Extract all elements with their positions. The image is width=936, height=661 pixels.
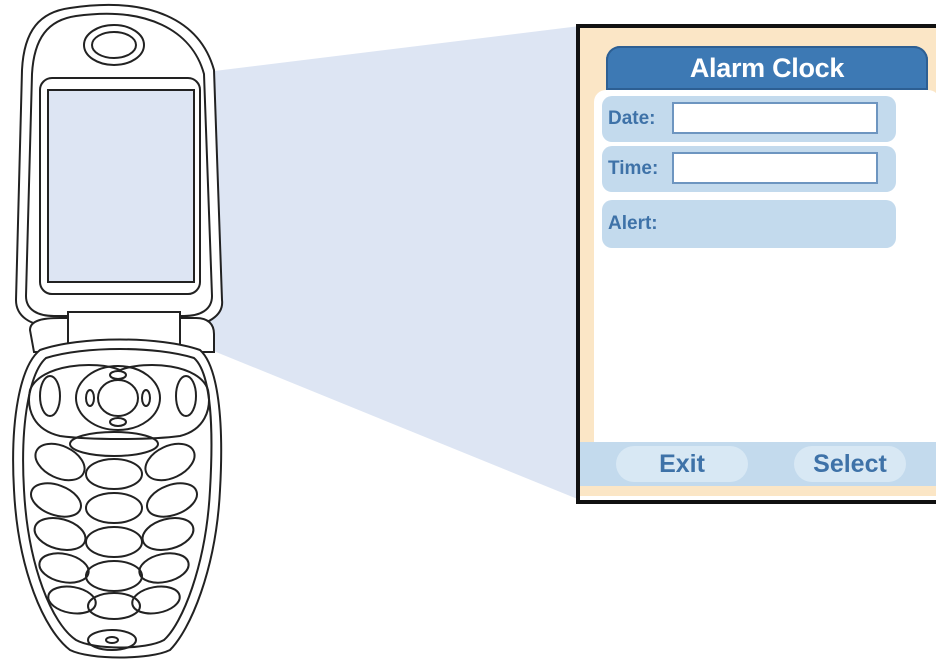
date-label: Date: xyxy=(608,108,656,129)
time-label: Time: xyxy=(608,158,659,179)
exit-softkey[interactable]: Exit xyxy=(616,446,748,482)
form-area: Date: Time: Alert: xyxy=(594,90,936,442)
screen-title: Alarm Clock xyxy=(606,46,928,90)
enlarged-phone-screen: Alarm Clock Date: Time: Alert: Exit Sele… xyxy=(576,24,936,504)
softkey-bar: Exit Select xyxy=(580,442,936,486)
date-field[interactable] xyxy=(672,102,878,134)
alert-row[interactable]: Alert: xyxy=(602,200,896,248)
time-row[interactable]: Time: xyxy=(602,146,896,192)
time-field[interactable] xyxy=(672,152,878,184)
flip-phone-illustration xyxy=(12,4,224,659)
select-softkey[interactable]: Select xyxy=(794,446,906,482)
phone-display xyxy=(47,89,195,283)
screen-frame: Alarm Clock Date: Time: Alert: Exit Sele… xyxy=(580,28,936,496)
alert-label: Alert: xyxy=(608,213,658,234)
phone-base xyxy=(12,338,223,659)
date-row[interactable]: Date: xyxy=(602,96,896,142)
